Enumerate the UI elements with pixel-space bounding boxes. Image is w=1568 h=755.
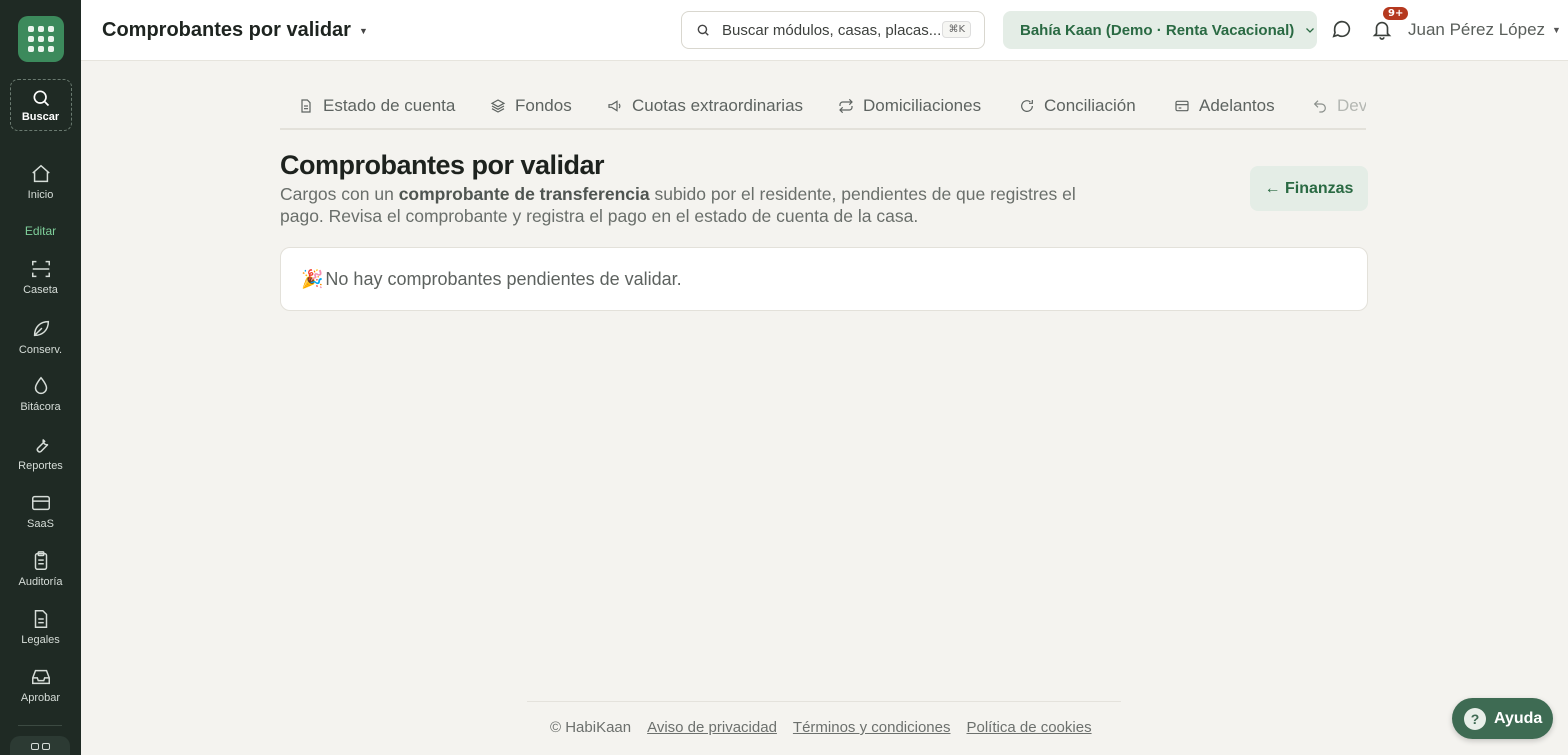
global-search[interactable]: ⌘K	[681, 11, 985, 49]
footer: © HabiKaan Aviso de privacidad Términos …	[550, 719, 1092, 736]
tab-domiciliaciones[interactable]: Domiciliaciones	[838, 96, 981, 116]
chat-icon[interactable]	[1331, 18, 1353, 40]
organization-selector[interactable]: Bahía Kaan (Demo · Renta Vacacional)	[1003, 11, 1317, 49]
sidebar-item-label: SaaS	[27, 518, 54, 530]
tab-estado-de-cuenta[interactable]: Estado de cuenta	[298, 96, 455, 116]
search-icon	[697, 24, 709, 36]
wrench-icon	[36, 438, 48, 453]
empty-state-card: 🎉 No hay comprobantes pendientes de vali…	[280, 247, 1368, 311]
sidebar-item-auditoria[interactable]: Auditoría	[0, 550, 81, 588]
sidebar-item-inicio[interactable]: Inicio	[0, 163, 81, 201]
tab-dev[interactable]: Dev	[1312, 96, 1366, 116]
tab-label: Adelantos	[1199, 96, 1275, 115]
file-text-icon	[301, 99, 311, 113]
layers-icon	[490, 99, 506, 113]
page-title-dropdown[interactable]: Comprobantes por validar ▼	[102, 19, 368, 42]
tab-label: Estado de cuenta	[323, 96, 456, 115]
sidebar-item-label: Conserv.	[18, 344, 63, 356]
desc-text: Cargos con un	[280, 184, 399, 204]
caret-down-icon: ▼	[358, 25, 368, 36]
inbox-icon	[31, 669, 50, 685]
organization-name: Bahía Kaan (Demo · Renta Vacacional)	[1020, 21, 1295, 39]
page-description: Cargos con un comprobante de transferenc…	[280, 183, 1080, 227]
tab-conciliacion[interactable]: Conciliación	[1019, 96, 1136, 116]
wallet-icon	[1175, 100, 1189, 112]
tab-label: Fondos	[515, 96, 572, 115]
clipboard-icon	[34, 551, 47, 570]
finance-tabs: Estado de cuenta Fondos Cuotas extraordi…	[280, 84, 1366, 130]
leaf-icon	[33, 320, 49, 337]
help-label: Ayuda	[1494, 709, 1543, 727]
notifications-badge: 9+	[1383, 7, 1409, 20]
main-title: Comprobantes por validar	[280, 150, 605, 180]
copyright: © HabiKaan	[550, 719, 632, 736]
sidebar-item-label: Auditoría	[18, 576, 63, 588]
tab-label: Cuotas extraordinarias	[632, 96, 804, 115]
repeat-icon	[839, 98, 853, 114]
empty-state-message: No hay comprobantes pendientes de valida…	[325, 268, 682, 289]
tab-label: Domiciliaciones	[863, 96, 982, 115]
sidebar-section-editar: Editar	[24, 224, 57, 238]
privacy-link[interactable]: Aviso de privacidad	[647, 719, 777, 736]
tab-label: Dev	[1337, 96, 1366, 115]
terms-link[interactable]: Términos y condiciones	[793, 719, 951, 736]
sidebar: Buscar Inicio Editar Caseta Conserv. Bit…	[0, 0, 81, 755]
sidebar-item-caseta[interactable]: Caseta	[0, 258, 81, 296]
tab-adelantos[interactable]: Adelantos	[1174, 96, 1275, 116]
sidebar-item-label: Reportes	[18, 460, 63, 472]
megaphone-icon	[608, 100, 621, 112]
search-icon	[33, 90, 49, 106]
top-bar: Comprobantes por validar ▼ ⌘K Bahía Kaan…	[81, 0, 1568, 61]
desc-emphasis: comprobante de transferencia	[398, 184, 650, 204]
question-icon: ?	[1464, 707, 1486, 730]
document-icon	[34, 610, 47, 628]
app-grid-logo[interactable]	[17, 16, 64, 62]
footer-divider	[527, 701, 1121, 702]
more-apps-button[interactable]	[10, 736, 70, 755]
back-to-finanzas-button[interactable]: ← Finanzas	[1250, 166, 1368, 211]
user-name: Juan Pérez López	[1408, 20, 1546, 39]
tab-cuotas-extraordinarias[interactable]: Cuotas extraordinarias	[607, 96, 803, 116]
bell-icon[interactable]	[1371, 17, 1393, 41]
search-input[interactable]	[722, 21, 942, 39]
home-icon	[31, 164, 50, 183]
cookies-link[interactable]: Política de cookies	[967, 719, 1092, 736]
scan-icon	[31, 260, 50, 278]
sidebar-item-label: Inicio	[27, 189, 54, 201]
sidebar-search-label: Buscar	[21, 110, 60, 123]
party-icon: 🎉	[301, 268, 324, 289]
caret-down-icon: ▼	[1552, 25, 1561, 35]
sidebar-item-saas[interactable]: SaaS	[0, 492, 81, 530]
search-shortcut: ⌘K	[942, 21, 971, 38]
undo-icon	[1313, 100, 1326, 113]
droplet-icon	[34, 376, 47, 394]
sidebar-item-label: Caseta	[23, 284, 58, 296]
sidebar-divider	[18, 725, 62, 726]
credit-card-icon	[31, 495, 50, 511]
tab-fondos[interactable]: Fondos	[490, 96, 572, 116]
sidebar-item-legales[interactable]: Legales	[0, 608, 81, 646]
sidebar-item-bitacora[interactable]: Bitácora	[0, 375, 81, 413]
sidebar-item-label: Legales	[21, 634, 60, 646]
refresh-icon	[1021, 100, 1033, 112]
page-title: Comprobantes por validar	[102, 19, 351, 41]
sidebar-item-aprobar[interactable]: Aprobar	[0, 666, 81, 704]
user-menu[interactable]: Juan Pérez López ▼	[1408, 20, 1561, 40]
sidebar-item-label: Bitácora	[20, 401, 61, 413]
sidebar-item-conserv[interactable]: Conserv.	[0, 318, 81, 356]
chevron-down-icon	[1306, 28, 1315, 33]
sidebar-search-button[interactable]: Buscar	[9, 79, 72, 131]
tab-label: Conciliación	[1044, 96, 1136, 115]
sidebar-item-label: Aprobar	[20, 692, 61, 704]
sidebar-item-reportes[interactable]: Reportes	[0, 434, 81, 472]
help-button[interactable]: ? Ayuda	[1452, 698, 1553, 739]
